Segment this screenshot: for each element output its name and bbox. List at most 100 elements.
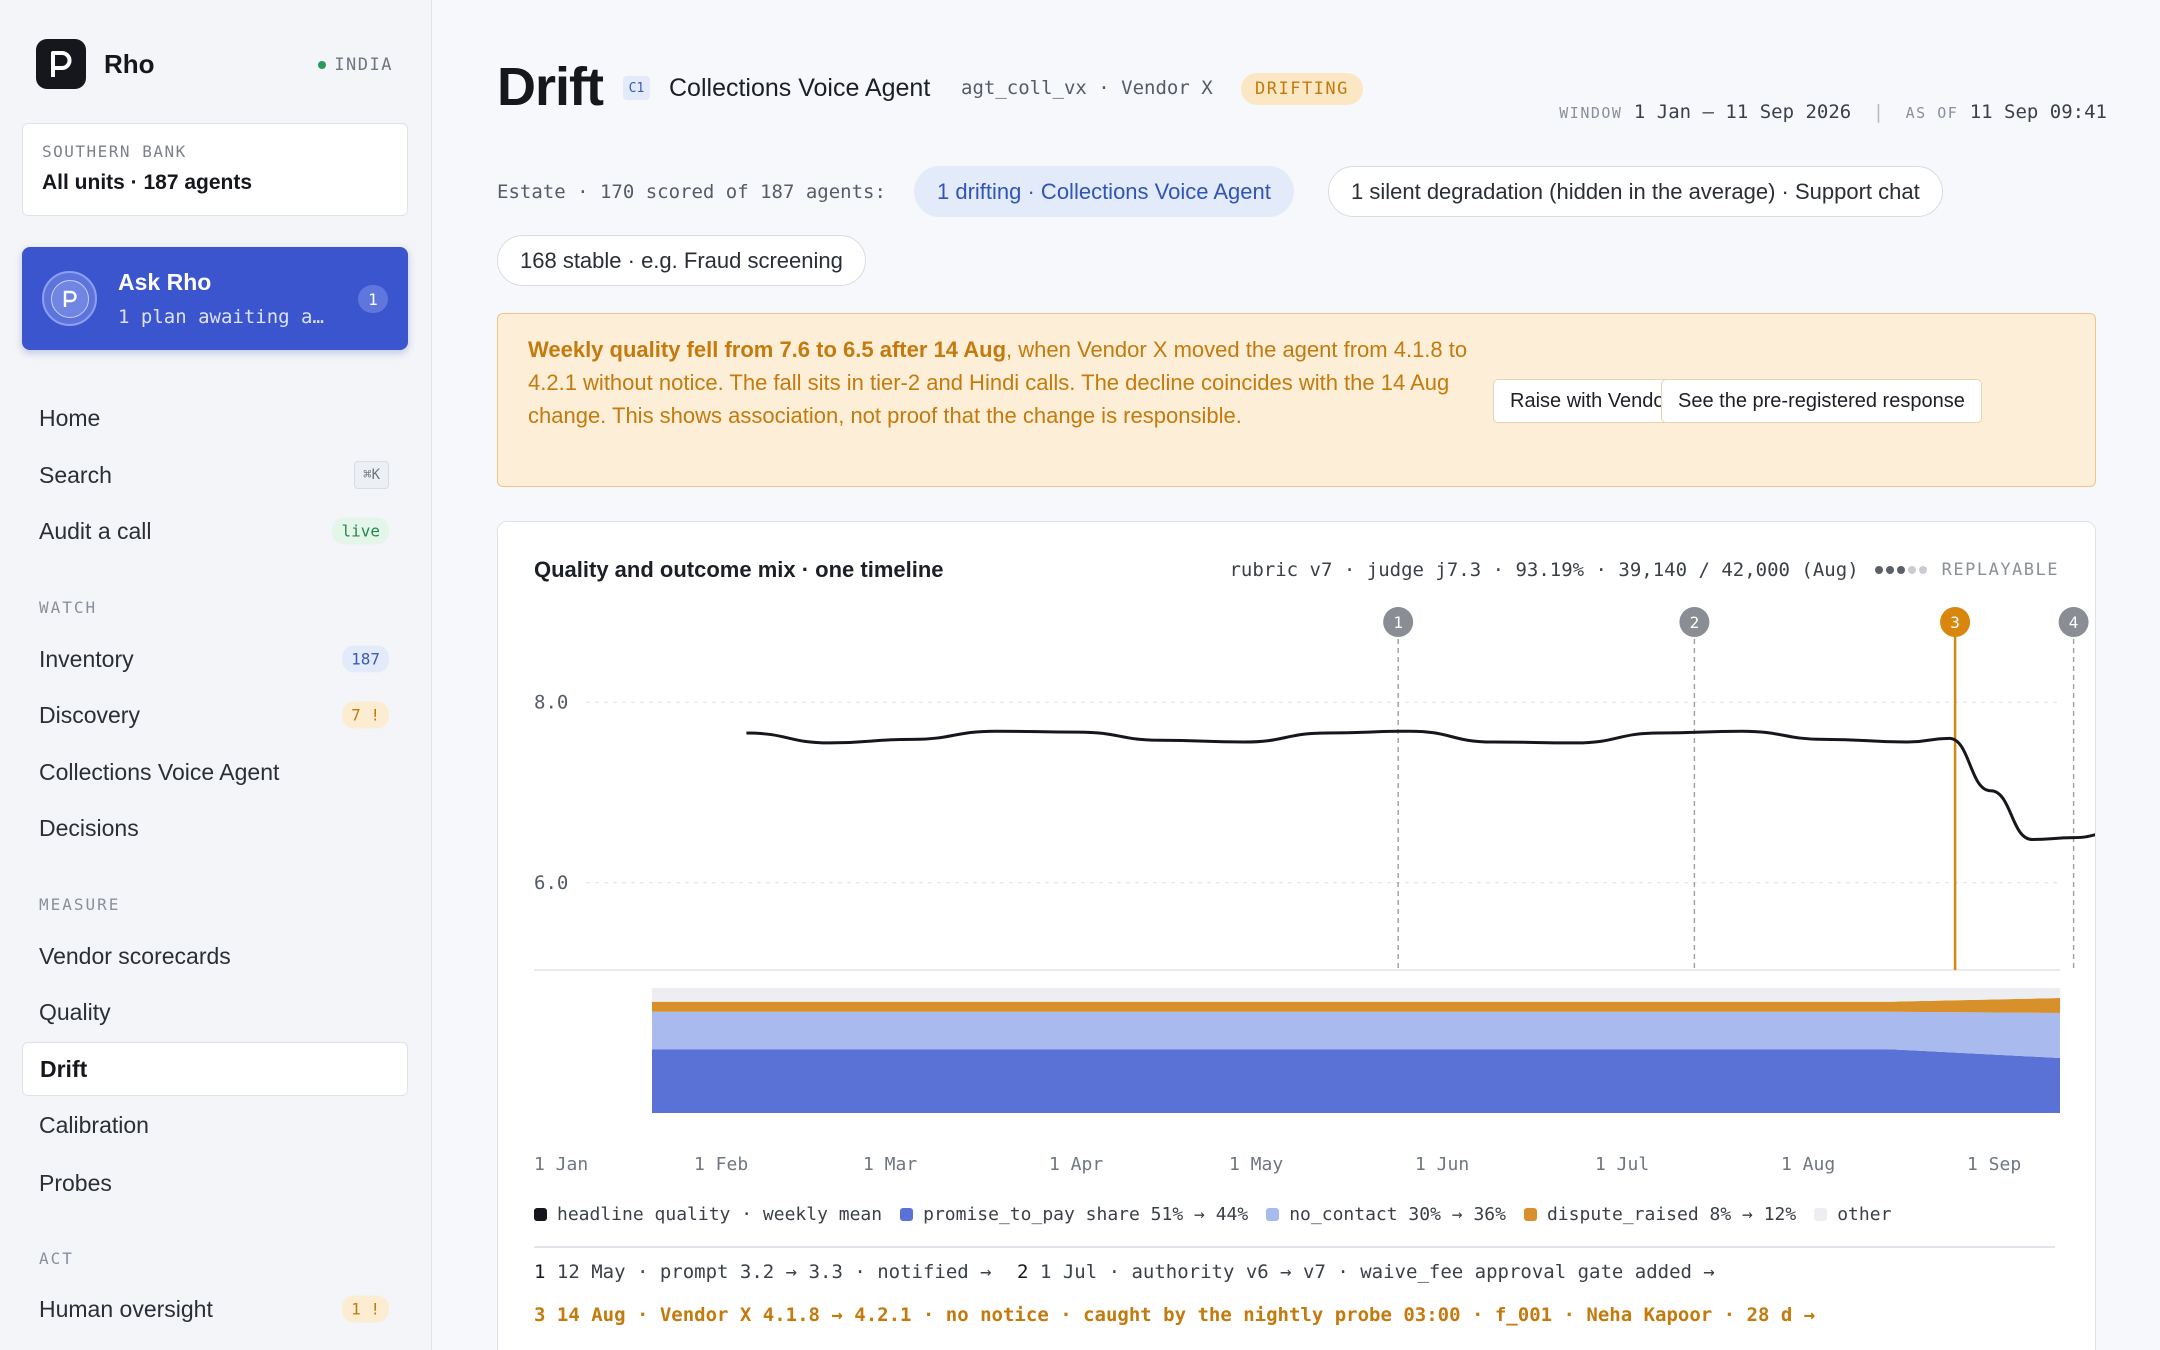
nav-discovery[interactable]: Discovery 7 ! xyxy=(22,688,408,742)
agent-name[interactable]: Collections Voice Agent xyxy=(669,74,930,103)
brand[interactable]: Rho xyxy=(36,39,155,89)
x-tick-label: 1 Mar xyxy=(863,1154,917,1175)
x-tick-label: 1 Jan xyxy=(534,1154,588,1175)
nav-label: Inventory xyxy=(39,645,134,672)
alert-headline: Weekly quality fell from 7.6 to 6.5 afte… xyxy=(528,337,1007,362)
nav-label: Discovery xyxy=(39,701,140,728)
ask-rho-badge: 1 xyxy=(358,285,388,313)
count-badge: 187 xyxy=(342,645,389,673)
x-tick-label: 1 Feb xyxy=(694,1154,748,1175)
status-dot-icon xyxy=(318,61,327,69)
tier-tag: C1 xyxy=(623,76,650,100)
live-badge: live xyxy=(332,517,389,545)
drift-alert: Weekly quality fell from 7.6 to 6.5 afte… xyxy=(497,313,2096,487)
nav-search[interactable]: Search ⌘K xyxy=(22,448,408,502)
estate-label: Estate · 170 scored of 187 agents: xyxy=(497,181,886,203)
pre-registered-response-button[interactable]: See the pre-registered response xyxy=(1661,379,1982,423)
nav-drift[interactable]: Drift xyxy=(22,1042,408,1096)
timeline-chart[interactable]: 8.0 6.0 1 2 3 4 1 Jan 1 Feb 1 Mar 1 Apr 1 May 1 Jun… xyxy=(498,522,2095,1202)
mix-area-promise-to-pay xyxy=(652,1049,2060,1113)
section-measure: MEASURE xyxy=(39,895,121,914)
alert-message: Weekly quality fell from 7.6 to 6.5 afte… xyxy=(528,333,1473,432)
x-tick-label: 1 Jun xyxy=(1415,1154,1469,1175)
mix-area-other xyxy=(652,988,2060,1002)
legend-swatch xyxy=(1814,1208,1828,1221)
nav-inventory[interactable]: Inventory 187 xyxy=(22,632,408,686)
nav-decisions[interactable]: Decisions xyxy=(22,801,408,855)
nav-label: Search xyxy=(39,461,112,488)
event-list-row: 1 12 May · prompt 3.2 → 3.3 · notified →… xyxy=(534,1261,1715,1283)
rho-logo-icon xyxy=(36,39,86,89)
legend-label: no_contact 30% → 36% xyxy=(1289,1204,1506,1225)
nav-label: Probes xyxy=(39,1169,112,1196)
nav-home[interactable]: Home xyxy=(22,391,408,445)
x-tick-label: 1 Jul xyxy=(1595,1154,1649,1175)
legend-label: promise_to_pay share 51% → 44% xyxy=(923,1204,1249,1225)
nav-label: Human oversight xyxy=(39,1295,213,1322)
drifting-filter-pill[interactable]: 1 drifting · Collections Voice Agent xyxy=(914,166,1294,217)
event-highlight-link[interactable]: 3 14 Aug · Vendor X 4.1.8 → 4.2.1 · no n… xyxy=(534,1304,1815,1326)
stable-pill[interactable]: 168 stable · e.g. Fraud screening xyxy=(497,235,866,286)
chart-legend: headline quality · weekly mean promise_t… xyxy=(534,1204,1909,1225)
ask-rho-avatar-icon xyxy=(42,271,97,326)
nav-label: Audit a call xyxy=(39,517,152,544)
legend-quality: headline quality · weekly mean xyxy=(534,1204,882,1225)
x-tick-label: 1 Apr xyxy=(1049,1154,1103,1175)
legend-nocontact: no_contact 30% → 36% xyxy=(1266,1204,1506,1225)
nav-audit-call[interactable]: Audit a call live xyxy=(22,504,408,558)
section-act: ACT xyxy=(39,1249,74,1268)
region-indicator: INDIA xyxy=(318,55,393,75)
legend-ptp: promise_to_pay share 51% → 44% xyxy=(900,1204,1248,1225)
event-link[interactable]: 12 May · prompt 3.2 → 3.3 · notified → xyxy=(557,1261,992,1283)
legend-other: other xyxy=(1814,1204,1891,1225)
event-number: 2 xyxy=(1017,1261,1029,1283)
event-marker-label: 1 xyxy=(1393,613,1403,632)
nav-label: Quality xyxy=(39,998,111,1025)
nav-label: Home xyxy=(39,404,101,431)
ask-rho-title: Ask Rho xyxy=(118,269,212,295)
event-link[interactable]: 1 Jul · authority v6 → v7 · waive_fee ap… xyxy=(1040,1261,1715,1283)
org-selector[interactable]: SOUTHERN BANK All units · 187 agents xyxy=(22,123,408,216)
ask-rho-subtitle: 1 plan awaiting a… xyxy=(118,306,324,328)
x-tick-label: 1 Sep xyxy=(1967,1154,2021,1175)
nav-quality[interactable]: Quality xyxy=(22,985,408,1039)
nav-label: Decisions xyxy=(39,814,139,841)
timeline-chart-card: Quality and outcome mix · one timeline r… xyxy=(497,521,2096,1350)
ask-rho-button[interactable]: Ask Rho 1 plan awaiting a… 1 xyxy=(22,247,408,350)
nav-vendor-scorecards[interactable]: Vendor scorecards xyxy=(22,929,408,983)
page-title: Drift xyxy=(497,57,604,117)
x-tick-label: 1 Aug xyxy=(1781,1154,1835,1175)
quality-series-line xyxy=(746,729,2095,841)
status-badge: DRIFTING xyxy=(1241,73,1363,105)
asof-value: 11 Sep 09:41 xyxy=(1969,101,2107,123)
y-tick-label: 6.0 xyxy=(534,872,568,894)
nav-label: Vendor scorecards xyxy=(39,942,231,969)
shortcut-badge: ⌘K xyxy=(354,461,389,489)
legend-dispute: dispute_raised 8% → 12% xyxy=(1523,1204,1797,1225)
event-marker-label: 3 xyxy=(1950,613,1960,632)
legend-label: headline quality · weekly mean xyxy=(557,1204,883,1225)
event-marker-label: 2 xyxy=(1690,613,1700,632)
event-marker-label: 4 xyxy=(2069,613,2079,632)
nav-label: Collections Voice Agent xyxy=(39,758,280,785)
nav-human-oversight[interactable]: Human oversight 1 ! xyxy=(22,1282,408,1336)
window-label: WINDOW xyxy=(1559,104,1623,122)
divider xyxy=(534,1246,2055,1248)
asof-label: AS OF xyxy=(1905,104,1959,122)
region-label: INDIA xyxy=(334,55,393,75)
nav-probes[interactable]: Probes xyxy=(22,1156,408,1210)
sidebar: Rho INDIA SOUTHERN BANK All units · 187 … xyxy=(0,0,432,1350)
legend-swatch xyxy=(900,1208,914,1221)
section-watch: WATCH xyxy=(39,598,98,617)
agent-id: agt_coll_vx · Vendor X xyxy=(961,77,1213,99)
nav-calibration[interactable]: Calibration xyxy=(22,1098,408,1152)
legend-label: other xyxy=(1837,1204,1892,1225)
legend-swatch xyxy=(534,1208,547,1221)
nav-collections-voice-agent[interactable]: Collections Voice Agent xyxy=(22,745,408,799)
legend-label: dispute_raised 8% → 12% xyxy=(1546,1204,1797,1225)
legend-swatch xyxy=(1266,1208,1280,1221)
main-content: Drift C1 Collections Voice Agent agt_col… xyxy=(433,0,2160,1350)
app-name: Rho xyxy=(104,48,155,79)
event-number: 1 xyxy=(534,1261,546,1283)
silent-degradation-pill[interactable]: 1 silent degradation (hidden in the aver… xyxy=(1328,166,1943,217)
